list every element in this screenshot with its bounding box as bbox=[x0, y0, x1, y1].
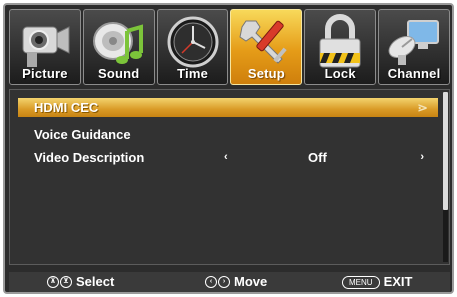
wrench-screwdriver-icon bbox=[239, 20, 288, 64]
tab-sound[interactable]: Sound bbox=[82, 9, 155, 85]
left-key-icon: ‹ bbox=[205, 276, 217, 288]
menu-item-label: Voice Guidance bbox=[34, 127, 131, 142]
chevron-right-icon[interactable]: › bbox=[420, 148, 424, 167]
tab-picture[interactable]: Picture bbox=[9, 9, 81, 85]
up-down-keys: ⊼ ⊻ bbox=[47, 276, 72, 288]
clock-icon bbox=[167, 16, 219, 68]
exit-label: EXIT bbox=[383, 274, 413, 289]
tab-label: Time bbox=[177, 66, 209, 81]
tab-setup[interactable]: Setup bbox=[230, 9, 303, 85]
tab-time[interactable]: Time bbox=[156, 9, 229, 85]
menu-item-label: Video Description bbox=[34, 150, 145, 165]
tab-label: Lock bbox=[324, 66, 356, 81]
left-right-keys: ‹ › bbox=[205, 276, 230, 288]
move-label: Move bbox=[234, 274, 268, 289]
chevron-left-icon[interactable]: ‹ bbox=[224, 148, 228, 167]
scrollbar-thumb[interactable] bbox=[443, 92, 448, 210]
tab-label: Setup bbox=[247, 66, 285, 81]
tab-channel[interactable]: Channel bbox=[378, 9, 450, 85]
tab-label: Sound bbox=[98, 66, 140, 81]
right-key-icon: › bbox=[218, 276, 230, 288]
speaker-music-icon bbox=[92, 22, 143, 64]
exit-hint: MENU EXIT bbox=[342, 272, 412, 292]
padlock-icon bbox=[319, 14, 361, 68]
tab-label: Channel bbox=[387, 66, 441, 81]
tv-menu-frame: Picture Sound Time Setup Lock Channel HD… bbox=[3, 3, 454, 294]
menu-item-video-description[interactable]: Video Description ‹ Off › bbox=[18, 148, 438, 167]
menu-tabs: Picture Sound Time Setup Lock Channel bbox=[9, 9, 450, 85]
menu-item-voice-guidance[interactable]: Voice Guidance bbox=[18, 125, 438, 144]
tab-label: Picture bbox=[22, 66, 68, 81]
select-label: Select bbox=[76, 274, 115, 289]
menu-key-icon: MENU bbox=[342, 275, 380, 289]
chevron-right-icon: ⋗ bbox=[417, 100, 428, 115]
satellite-dish-icon bbox=[388, 20, 440, 65]
tab-lock[interactable]: Lock bbox=[304, 9, 377, 85]
footer-hints: ⊼ ⊻ Select ‹ › Move MENU EXIT bbox=[9, 272, 450, 292]
settings-panel: HDMI CEC ⋗ Voice Guidance Video Descript… bbox=[9, 89, 450, 265]
up-key-icon: ⊼ bbox=[47, 276, 59, 288]
video-description-value: Off bbox=[308, 150, 327, 165]
select-hint: ⊼ ⊻ Select bbox=[47, 272, 114, 292]
move-hint: ‹ › Move bbox=[205, 272, 267, 292]
camcorder-icon bbox=[22, 26, 70, 67]
down-key-icon: ⊻ bbox=[60, 276, 72, 288]
scrollbar[interactable] bbox=[443, 92, 448, 262]
menu-item-hdmi-cec[interactable]: HDMI CEC ⋗ bbox=[18, 98, 438, 117]
menu-item-label: HDMI CEC bbox=[34, 100, 99, 115]
